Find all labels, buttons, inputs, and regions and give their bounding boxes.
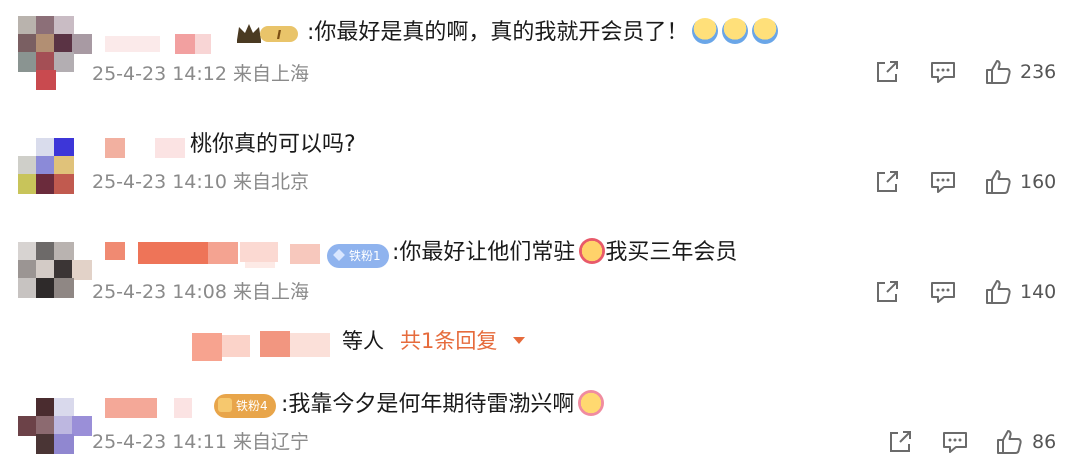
share-icon[interactable] [886,428,914,456]
comment-item: I :你最好是真的啊，真的我就开会员了！ 25-4-23 14:12 来自上海 … [0,0,1080,110]
comment-meta: 25-4-23 14:10 来自北京 [92,171,309,193]
fan-badge: 铁粉1 [327,244,389,268]
comment-item: 铁粉1 :你最好让他们常驻 我买三年会员 25-4-23 14:08 来自上海 1… [0,220,1080,370]
comment-meta: 25-4-23 14:12 来自上海 [92,63,309,85]
avatar[interactable] [18,138,88,208]
avatar[interactable] [18,16,92,90]
comment-icon[interactable] [929,58,957,86]
emoji-icon [752,18,779,44]
diamond-icon [333,249,345,261]
member-badge: I [234,20,302,46]
username-censored[interactable] [100,394,205,424]
comment-icon[interactable] [929,168,957,196]
fan-badge: 铁粉4 [214,394,276,418]
avatar[interactable] [18,242,92,312]
comment-icon[interactable] [929,278,957,306]
comment-meta: 25-4-23 14:11 来自辽宁 [92,431,309,453]
emoji-icon [579,238,606,264]
like-count: 86 [1032,431,1057,453]
username-censored[interactable] [100,132,190,162]
member-level: I [277,28,282,42]
crown-icon [218,398,232,412]
like-count: 160 [1020,171,1057,193]
comment-text: :你最好是真的啊，真的我就开会员了！ [307,18,779,48]
comment-icon[interactable] [941,428,969,456]
crown-icon: I [237,24,298,43]
like-icon[interactable] [984,278,1012,306]
like-icon[interactable] [984,58,1012,86]
reply-prefix: 等人 [342,329,384,353]
username-censored[interactable] [100,238,330,268]
chevron-down-icon[interactable] [512,336,526,346]
like-icon[interactable] [984,168,1012,196]
emoji-icon [722,18,749,44]
comment-text: :我靠今夕是何年期待雷渤兴啊 [281,390,605,420]
like-icon[interactable] [995,428,1023,456]
share-icon[interactable] [873,58,901,86]
share-icon[interactable] [873,278,901,306]
emoji-icon [692,18,719,44]
username-censored[interactable] [105,30,215,60]
emoji-icon [578,390,605,416]
comment-meta: 25-4-23 14:08 来自上海 [92,281,309,303]
comment-item: 桃你真的可以吗? 25-4-23 14:10 来自北京 160 [0,110,1080,220]
view-replies-link[interactable]: 共1条回复 [400,323,497,359]
comment-text: :你最好让他们常驻 我买三年会员 [392,238,738,265]
like-count: 140 [1020,281,1057,303]
share-icon[interactable] [873,168,901,196]
avatar[interactable] [18,398,92,468]
like-count: 236 [1020,61,1057,83]
comment-item: 铁粉4 :我靠今夕是何年期待雷渤兴啊 25-4-23 14:11 来自辽宁 86 [0,378,1080,471]
comment-text: 桃你真的可以吗? [190,132,356,157]
